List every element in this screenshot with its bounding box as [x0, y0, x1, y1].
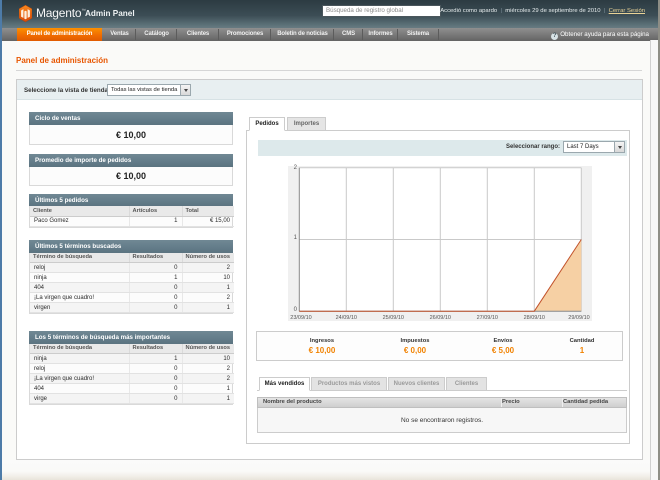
svg-text:26/09/10: 26/09/10 [430, 315, 451, 321]
svg-text:24/09/10: 24/09/10 [336, 315, 357, 321]
svg-text:25/09/10: 25/09/10 [383, 315, 404, 321]
svg-text:23/09/10: 23/09/10 [290, 315, 311, 321]
svg-text:28/09/10: 28/09/10 [524, 315, 545, 321]
svg-text:29/09/10: 29/09/10 [568, 315, 589, 321]
svg-text:27/09/10: 27/09/10 [477, 315, 498, 321]
